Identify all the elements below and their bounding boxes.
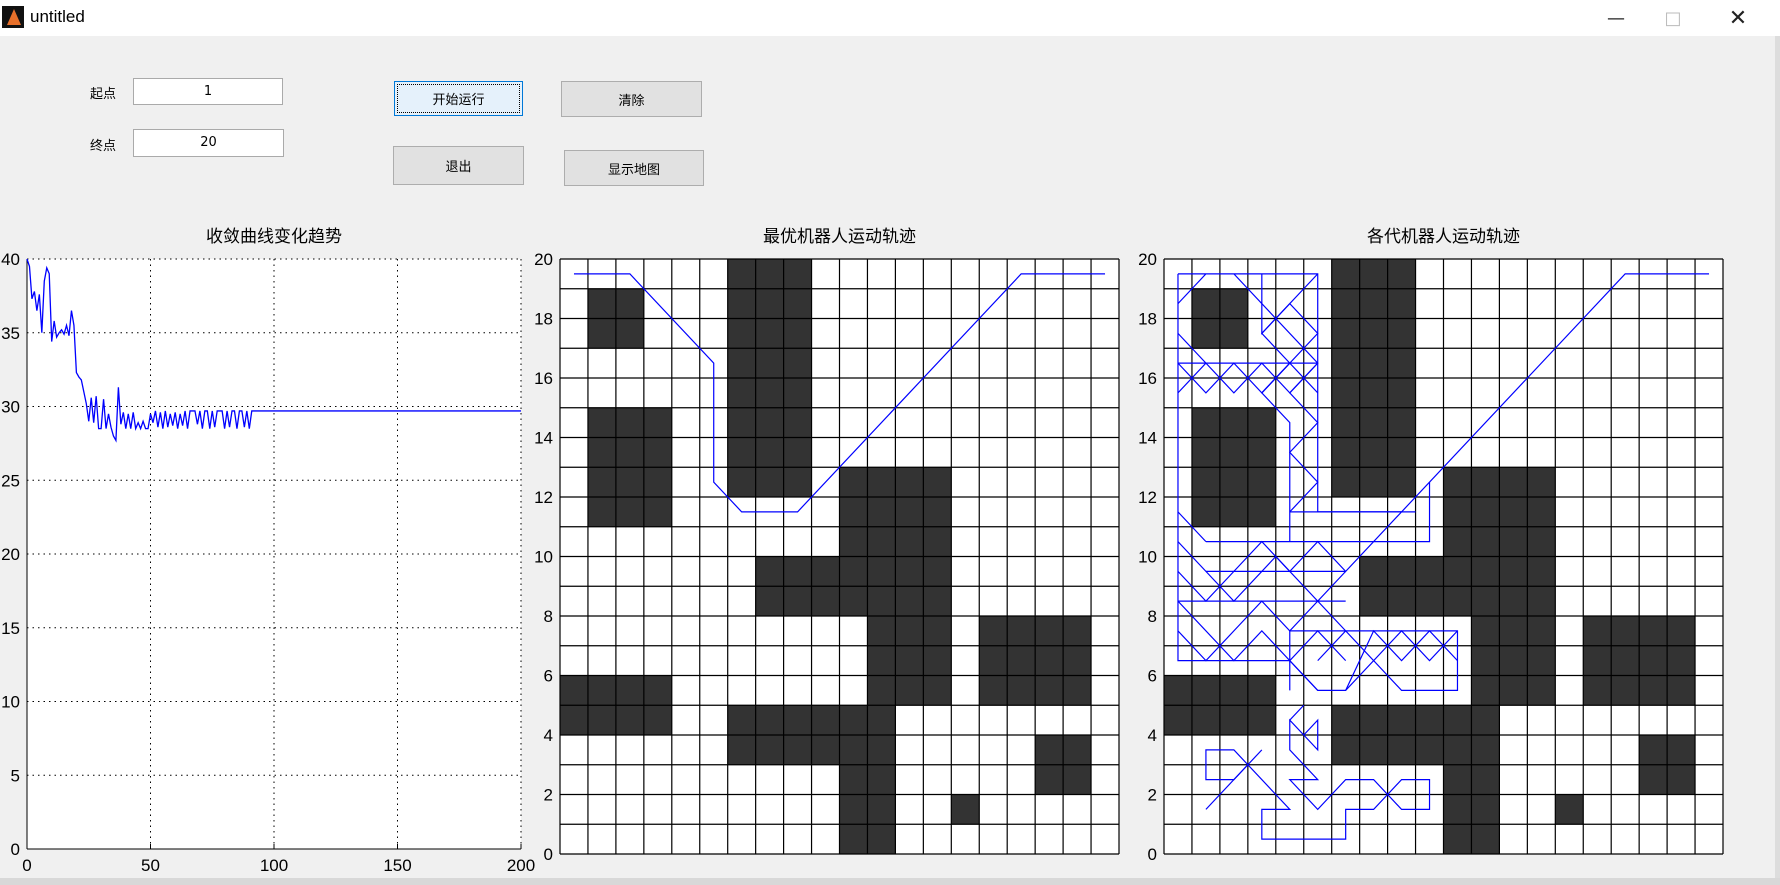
x-tick-label: 200: [507, 856, 535, 875]
y-tick-label: 18: [1138, 310, 1157, 329]
x-tick-label: 150: [383, 856, 411, 875]
y-tick-label: 18: [534, 310, 553, 329]
y-tick-label: 6: [544, 667, 553, 686]
obstacle: [1471, 616, 1556, 706]
obstacle: [867, 616, 952, 706]
y-tick-label: 35: [1, 324, 20, 343]
y-tick-label: 10: [1138, 548, 1157, 567]
plots-canvas: 0 50 100 150 2000510152025303540024681012141…: [1, 250, 1724, 875]
y-tick-label: 12: [534, 488, 553, 507]
window-border: [1775, 36, 1780, 885]
y-tick-label: 2: [1148, 786, 1157, 805]
y-tick-label: 40: [1, 250, 20, 269]
y-tick-label: 10: [534, 548, 553, 567]
y-tick-label: 6: [1148, 667, 1157, 686]
y-tick-label: 30: [1, 398, 20, 417]
y-tick-label: 4: [1148, 726, 1157, 745]
x-tick-label: 50: [141, 856, 160, 875]
y-tick-label: 20: [1138, 250, 1157, 269]
best-map: 0 2 4 6 8 10 12 14 16 18 20: [534, 250, 1120, 864]
y-tick-label: 15: [1, 619, 20, 638]
y-tick-label: 0: [544, 845, 553, 864]
generations-map: 0 2 4 6 8 10 12 14 16 18 20: [1138, 250, 1724, 864]
y-tick-label: 4: [544, 726, 553, 745]
y-tick-label: 8: [544, 607, 553, 626]
x-tick-label: 0: [22, 856, 31, 875]
x-tick-label: 100: [260, 856, 288, 875]
y-tick-label: 14: [1138, 429, 1157, 448]
y-tick-label: 14: [534, 429, 553, 448]
y-tick-label: 10: [1, 693, 20, 712]
y-tick-label: 8: [1148, 607, 1157, 626]
y-tick-label: 20: [534, 250, 553, 269]
y-tick-label: 16: [1138, 369, 1157, 388]
obstacle: [1555, 794, 1584, 825]
y-tick-label: 0: [1148, 845, 1157, 864]
y-tick-label: 16: [534, 369, 553, 388]
y-tick-label: 2: [544, 786, 553, 805]
background-window-strip: [0, 878, 1780, 885]
y-tick-label: 25: [1, 471, 20, 490]
obstacle: [951, 794, 980, 825]
y-tick-label: 20: [1, 545, 20, 564]
y-tick-label: 5: [11, 766, 20, 785]
y-tick-label: 0: [11, 840, 20, 859]
y-tick-label: 12: [1138, 488, 1157, 507]
